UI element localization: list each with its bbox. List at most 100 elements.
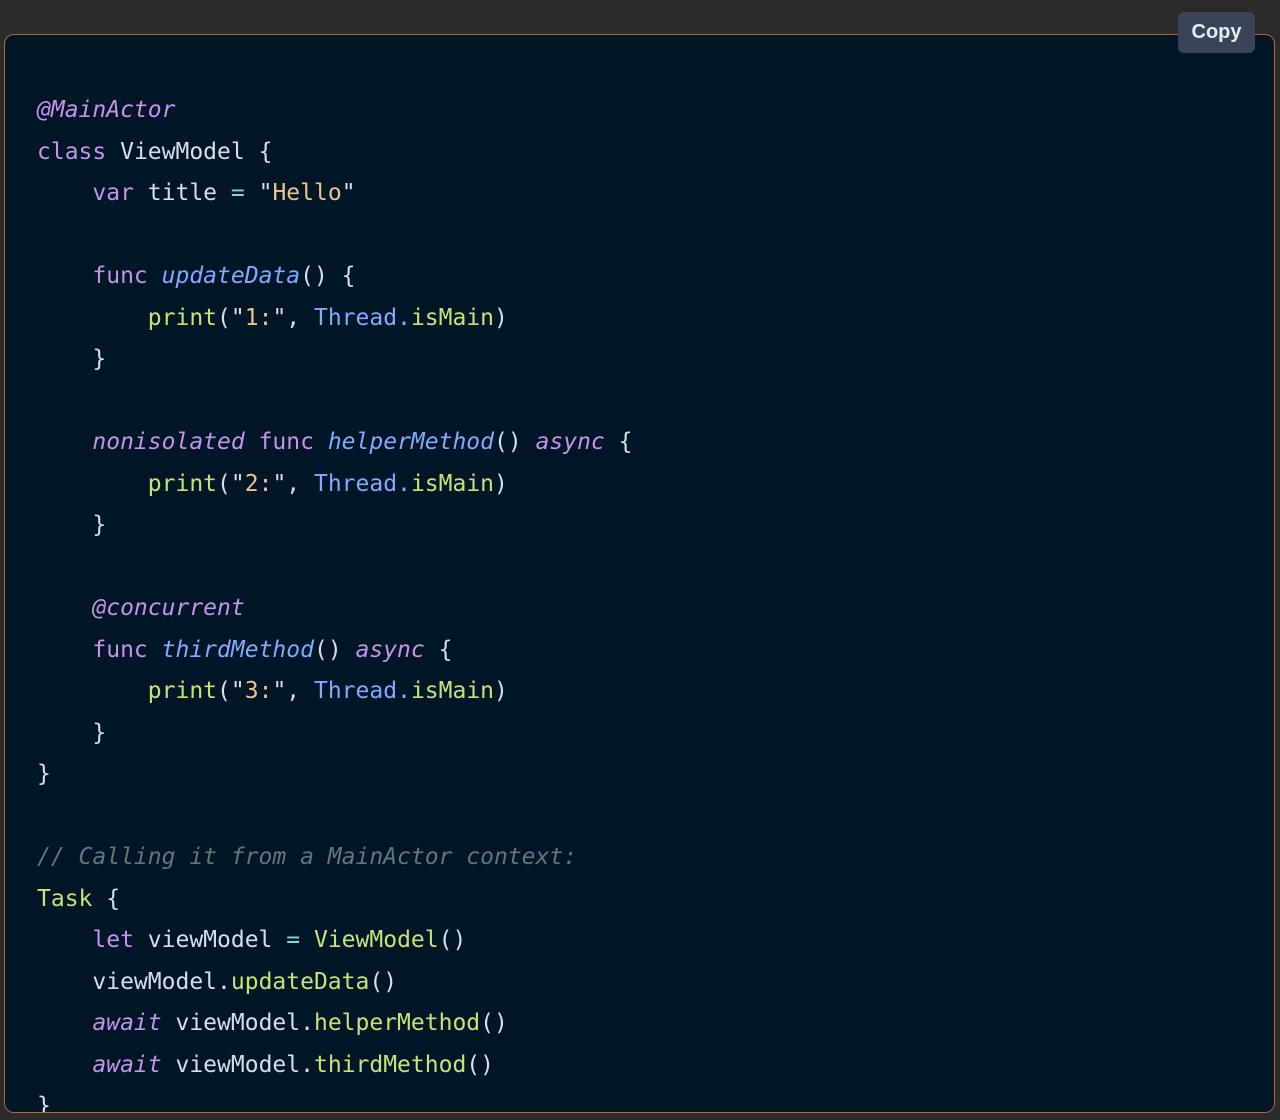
code-token-punctuation: ) xyxy=(494,470,508,497)
code-token-keyword: @concurrent xyxy=(92,595,245,621)
code-token-type-name: . xyxy=(397,470,411,497)
code-token-punctuation: ) xyxy=(494,304,508,331)
code-token-identifier xyxy=(314,429,328,455)
code-token-function-name: updateData xyxy=(161,263,301,289)
code-line: func updateData() { xyxy=(37,256,633,298)
code-token-punctuation: () xyxy=(313,636,356,663)
copy-button[interactable]: Copy xyxy=(1178,12,1255,53)
code-token-identifier: viewModel. xyxy=(161,1051,314,1078)
code-token-identifier xyxy=(37,927,92,953)
code-token-punctuation: " xyxy=(244,180,273,206)
code-token-identifier xyxy=(37,1010,92,1036)
code-token-punctuation: ) xyxy=(494,678,508,704)
code-token-type-name: Thread xyxy=(313,470,398,497)
code-content: @MainActor class ViewModel { var title = … xyxy=(37,90,633,1113)
code-token-keyword: async xyxy=(535,429,605,455)
code-line: } xyxy=(37,339,633,381)
code-token-identifier xyxy=(148,263,162,289)
code-token-identifier xyxy=(37,429,92,455)
code-token-call: print xyxy=(147,304,218,331)
code-line: print("3:", Thread.isMain) xyxy=(37,671,633,713)
code-token-type-name: . xyxy=(397,678,411,704)
code-line: } xyxy=(37,754,633,796)
code-line: Task { xyxy=(37,879,633,921)
code-line: viewModel.updateData() xyxy=(37,962,633,1004)
code-token-identifier xyxy=(37,1052,92,1078)
code-token-operator: = xyxy=(230,180,245,206)
code-token-identifier: ViewModel { xyxy=(106,138,273,165)
code-token-identifier xyxy=(37,305,148,331)
code-token-call: Task xyxy=(37,885,93,912)
code-token-punctuation: { xyxy=(92,885,121,912)
code-line: print("1:", Thread.isMain) xyxy=(37,298,633,340)
code-token-string-literal: Hello xyxy=(272,180,342,206)
code-line: await viewModel.helperMethod() xyxy=(37,1003,633,1045)
code-token-punctuation: ", xyxy=(272,470,314,497)
code-token-operator: = xyxy=(286,927,301,953)
code-line: } xyxy=(37,505,633,547)
code-token-type-name: Thread xyxy=(313,304,398,331)
code-token-keyword: class xyxy=(37,138,107,165)
code-token-function-name: thirdMethod xyxy=(161,636,314,663)
code-token-punctuation: } xyxy=(37,761,51,787)
code-token-punctuation: (" xyxy=(217,470,245,497)
code-token-keyword: async xyxy=(355,636,425,663)
code-token-identifier xyxy=(300,927,314,953)
code-token-punctuation: ", xyxy=(272,304,314,331)
code-token-function-name: helperMethod xyxy=(327,429,494,455)
code-line: // Calling it from a MainActor context: xyxy=(37,837,633,879)
code-token-identifier: viewModel. xyxy=(37,968,231,995)
code-line: } xyxy=(37,713,633,755)
code-token-punctuation: } xyxy=(37,346,107,372)
code-token-keyword: var xyxy=(92,180,134,206)
code-token-punctuation: (" xyxy=(217,304,245,331)
code-token-keyword: func xyxy=(92,263,148,289)
code-token-identifier: viewModel xyxy=(133,927,287,953)
code-token-identifier: viewModel. xyxy=(161,1010,314,1036)
code-token-keyword: @MainActor xyxy=(37,97,176,123)
code-line: func thirdMethod() async { xyxy=(37,630,633,672)
code-token-punctuation: ", xyxy=(272,678,314,704)
code-token-punctuation: () { xyxy=(300,263,356,289)
code-block: @MainActor class ViewModel { var title = … xyxy=(4,34,1275,1113)
code-token-call: helperMethod xyxy=(313,1010,481,1036)
code-token-punctuation: { xyxy=(424,636,453,663)
code-line: @concurrent xyxy=(37,588,633,630)
code-token-punctuation: (" xyxy=(217,678,245,704)
code-token-punctuation: () xyxy=(494,429,536,455)
code-token-keyword: func xyxy=(92,636,148,663)
code-token-keyword: func xyxy=(258,429,314,455)
code-token-identifier xyxy=(37,678,148,704)
code-token-string-literal: 2: xyxy=(244,470,273,497)
code-token-call: isMain xyxy=(410,470,495,497)
code-token-keyword: await xyxy=(92,1010,162,1036)
code-line: class ViewModel { xyxy=(37,132,633,174)
code-token-keyword: await xyxy=(92,1051,162,1078)
code-line: var title = "Hello" xyxy=(37,173,633,215)
code-token-type-name: Thread xyxy=(313,678,398,704)
code-line: print("2:", Thread.isMain) xyxy=(37,464,633,506)
code-line: } xyxy=(37,1086,633,1113)
code-token-call: print xyxy=(147,470,218,497)
code-token-identifier: title xyxy=(133,180,231,206)
code-token-punctuation: () xyxy=(369,968,398,995)
code-token-identifier xyxy=(37,180,92,206)
code-token-type-name: . xyxy=(397,304,411,331)
code-token-call: updateData xyxy=(230,968,370,995)
code-token-punctuation: } xyxy=(37,1093,51,1113)
code-token-keyword: nonisolated xyxy=(92,429,245,455)
code-line: nonisolated func helperMethod() async { xyxy=(37,422,632,464)
code-token-punctuation: } xyxy=(37,512,107,538)
code-token-identifier xyxy=(37,637,92,663)
code-token-call: ViewModel xyxy=(313,927,439,953)
code-token-call: thirdMethod xyxy=(313,1051,467,1078)
code-line: let viewModel = ViewModel() xyxy=(37,920,633,962)
code-token-comment: // Calling it from a MainActor context: xyxy=(37,844,578,870)
code-token-identifier xyxy=(37,263,92,289)
code-token-identifier xyxy=(37,595,92,621)
code-token-identifier xyxy=(37,471,148,497)
